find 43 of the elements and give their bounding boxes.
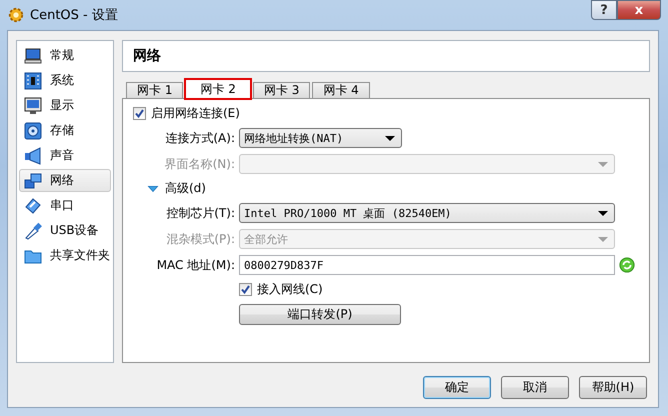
dropdown[interactable]: Intel PRO/1000 MT 桌面 (82540EM)	[239, 203, 615, 223]
checkbox-label[interactable]: 接入网线(C)	[257, 281, 323, 298]
usb-icon	[24, 222, 42, 240]
ok-button[interactable]: 确定	[423, 376, 491, 399]
checkbox[interactable]	[133, 107, 146, 120]
gear-icon	[8, 7, 24, 23]
window-title: CentOS - 设置	[30, 7, 118, 24]
field-label: MAC 地址(M):	[156, 256, 235, 274]
field-label: 混杂模式(P):	[165, 230, 235, 248]
sidebar-item[interactable]: 声音	[19, 144, 111, 167]
sidebar-item[interactable]: 串口	[19, 194, 111, 217]
speaker-icon	[24, 146, 42, 164]
field-label: 界面名称(N):	[164, 156, 235, 172]
monitor-icon	[24, 46, 42, 64]
advanced-toggle[interactable]: 高级(d)	[133, 180, 206, 197]
tab[interactable]: 网卡 4	[312, 82, 370, 98]
refresh-icon	[619, 257, 635, 273]
network-icon	[24, 172, 42, 190]
dropdown[interactable]: 网络地址转换(NAT)	[239, 128, 402, 148]
tab[interactable]: 网卡 2	[185, 79, 251, 99]
checkbox[interactable]	[239, 283, 252, 296]
cancel-button[interactable]: 取消	[501, 376, 569, 399]
close-button[interactable]: x	[617, 0, 661, 20]
section-title: 网络	[122, 40, 650, 72]
sidebar-item[interactable]: 显示	[19, 94, 111, 117]
sidebar-item[interactable]: 常规	[19, 44, 111, 67]
tab[interactable]: 网卡 3	[252, 82, 310, 98]
help-button[interactable]: 帮助(H)	[579, 376, 647, 399]
sidebar-item[interactable]: 网络	[19, 169, 111, 192]
sidebar-item[interactable]: USB设备	[19, 219, 111, 242]
sidebar-item[interactable]: 系统	[19, 69, 111, 92]
serial-icon	[24, 196, 42, 214]
tab[interactable]: 网卡 1	[126, 82, 184, 98]
chip-icon	[24, 72, 42, 90]
field-label: 连接方式(A):	[164, 130, 235, 146]
mac-address-field[interactable]: 0800279D837F	[239, 255, 615, 275]
checkbox-label[interactable]: 启用网络连接(E)	[151, 105, 240, 122]
sidebar-item[interactable]: 共享文件夹	[19, 244, 111, 267]
display-icon	[24, 96, 42, 114]
sidebar-item[interactable]: 存储	[19, 119, 111, 142]
field-label: 控制芯片(T):	[165, 204, 235, 222]
help-button[interactable]: ?	[591, 0, 617, 20]
port-forwarding-button[interactable]: 端口转发(P)	[239, 304, 401, 325]
